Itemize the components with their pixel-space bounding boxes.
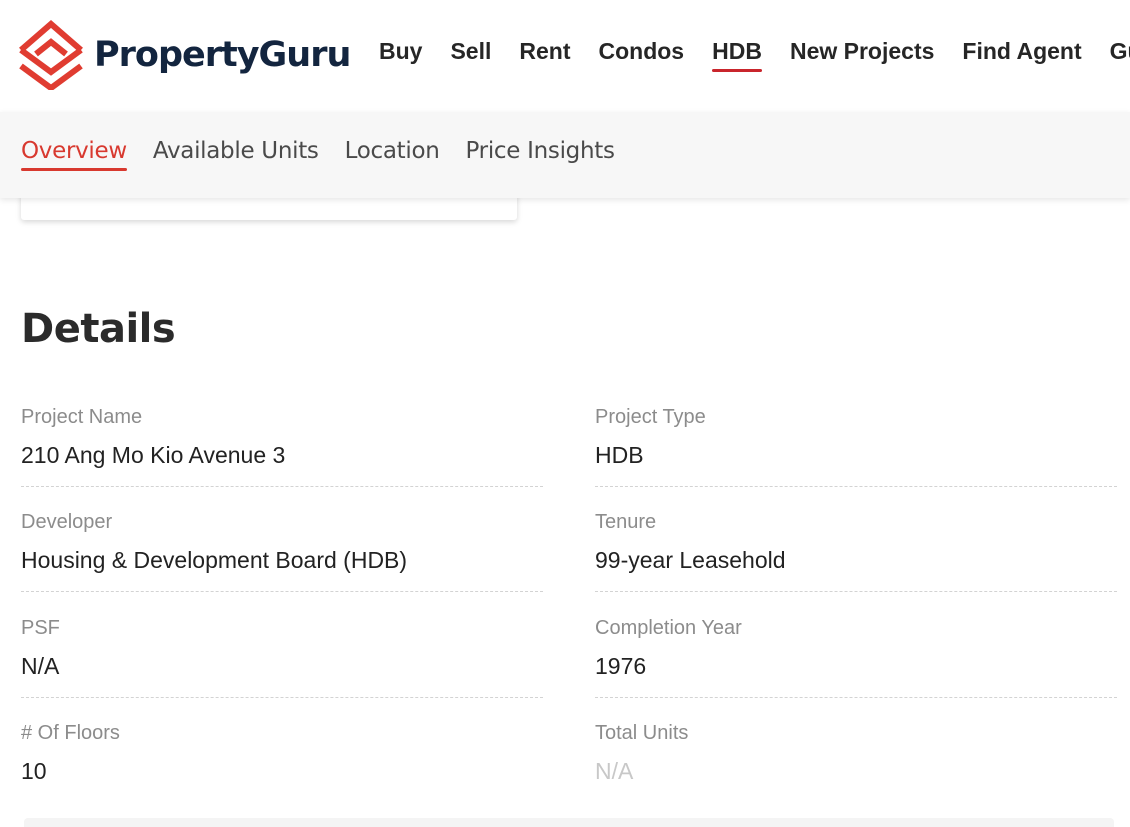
detail-value: HDB: [595, 442, 644, 468]
detail-label: # Of Floors: [21, 722, 120, 744]
detail-project-type: Project Type HDB: [595, 406, 1117, 487]
nav-item-find-agent[interactable]: Find Agent: [962, 38, 1081, 70]
detail-label: Tenure: [595, 511, 657, 533]
nav-item-new-projects[interactable]: New Projects: [790, 38, 934, 70]
tab-available-units[interactable]: Available Units: [153, 138, 319, 169]
detail-floors: # Of Floors 10: [21, 722, 543, 802]
main-nav: Buy Sell Rent Condos HDB New Projects Fi…: [379, 38, 1130, 72]
detail-value: 210 Ang Mo Kio Avenue 3: [21, 442, 286, 468]
section-tabs: Overview Available Units Location Price …: [0, 112, 1130, 198]
nav-item-buy[interactable]: Buy: [379, 38, 422, 70]
detail-value: 99-year Leasehold: [595, 547, 786, 573]
propertyguru-logo-icon: [19, 20, 83, 90]
nav-item-sell[interactable]: Sell: [450, 38, 491, 70]
tab-overview[interactable]: Overview: [21, 138, 127, 171]
brand-logo[interactable]: PropertyGuru: [16, 20, 351, 90]
details-heading: Details: [21, 306, 176, 352]
detail-value: 10: [21, 758, 47, 784]
tab-price-insights[interactable]: Price Insights: [466, 138, 615, 169]
detail-value: N/A: [21, 653, 60, 679]
detail-label: Project Type: [595, 406, 706, 428]
detail-label: PSF: [21, 617, 60, 639]
detail-tenure: Tenure 99-year Leasehold: [595, 511, 1117, 592]
detail-completion-year: Completion Year 1976: [595, 617, 1117, 698]
nav-item-condos[interactable]: Condos: [599, 38, 685, 70]
detail-label: Total Units: [595, 722, 689, 744]
detail-developer: Developer Housing & Development Board (H…: [21, 511, 543, 592]
detail-value: 1976: [595, 653, 647, 679]
section-tab-list: Overview Available Units Location Price …: [21, 138, 641, 171]
detail-label: Project Name: [21, 406, 143, 428]
detail-label: Developer: [21, 511, 113, 533]
next-section-card: [24, 818, 1114, 827]
nav-item-rent[interactable]: Rent: [519, 38, 570, 70]
nav-item-guides[interactable]: Guides: [1110, 38, 1130, 70]
top-header: PropertyGuru Buy Sell Rent Condos HDB Ne…: [0, 0, 1130, 112]
page: PropertyGuru Buy Sell Rent Condos HDB Ne…: [0, 0, 1130, 827]
tab-location[interactable]: Location: [345, 138, 440, 169]
detail-value: Housing & Development Board (HDB): [21, 547, 408, 573]
detail-psf: PSF N/A: [21, 617, 543, 698]
nav-item-hdb[interactable]: HDB: [712, 38, 762, 72]
brand-name: PropertyGuru: [94, 35, 351, 75]
detail-label: Completion Year: [595, 617, 742, 639]
detail-value: N/A: [595, 758, 634, 784]
detail-project-name: Project Name 210 Ang Mo Kio Avenue 3: [21, 406, 543, 487]
detail-total-units: Total Units N/A: [595, 722, 1117, 802]
